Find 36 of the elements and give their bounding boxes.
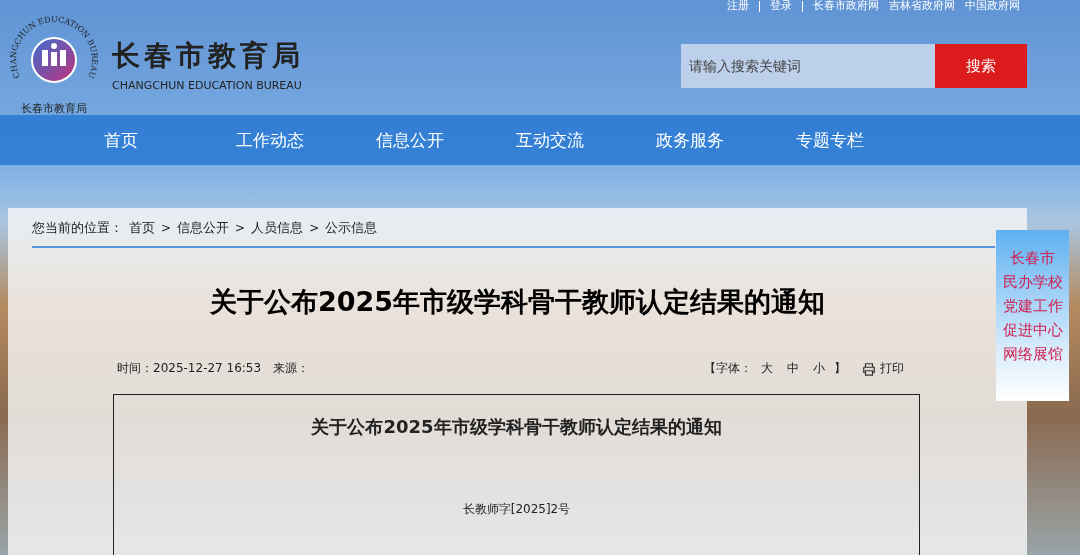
breadcrumb-link[interactable]: 首页 — [129, 219, 155, 237]
nav-item[interactable]: 互动交流 — [512, 128, 588, 152]
top-link[interactable]: 长春市政府网 — [813, 0, 879, 12]
breadcrumb-label: 您当前的位置： — [32, 219, 123, 237]
article-title: 关于公布2025年市级学科骨干教师认定结果的通知 — [208, 285, 827, 319]
breadcrumb-separator: > — [309, 221, 320, 235]
breadcrumb-separator: > — [235, 221, 246, 235]
top-link[interactable]: 登录 — [770, 0, 792, 12]
source-label: 来源： — [273, 360, 310, 377]
site-title: 长春市教育局 — [112, 37, 304, 74]
publish-time: 时间：2025-12-27 16:53 — [117, 360, 262, 377]
nav-item[interactable]: 信息公开 — [372, 128, 448, 152]
nav-item[interactable]: 专题专栏 — [792, 128, 868, 152]
search-field[interactable]: 请输入搜索关键词 — [681, 44, 935, 88]
printer-icon[interactable] — [862, 361, 876, 376]
breadcrumb-link[interactable]: 人员信息 — [251, 219, 304, 237]
nav-item[interactable]: 首页 — [104, 128, 138, 152]
nav-item[interactable]: 政务服务 — [652, 128, 728, 152]
nav-item[interactable]: 工作动态 — [232, 128, 308, 152]
print-link[interactable]: 打印 — [880, 360, 904, 377]
document-number: 长教师字[2025]2号 — [461, 501, 572, 518]
font-size-link[interactable]: 大 — [761, 360, 773, 377]
font-size-link[interactable]: 小 — [813, 360, 825, 377]
breadcrumb-link[interactable]: 公示信息 — [325, 219, 378, 237]
font-size-label: 【字体： — [704, 360, 752, 377]
search-button[interactable]: 搜索 — [935, 44, 1027, 88]
document-title: 关于公布2025年市级学科骨干教师认定结果的通知 — [310, 415, 723, 439]
breadcrumb-separator: > — [161, 221, 172, 235]
top-link[interactable]: 注册 — [727, 0, 749, 12]
site-subtitle: CHANGCHUN EDUCATION BUREAU — [112, 78, 303, 92]
font-size-bracket: 】 — [834, 360, 846, 377]
font-size-link[interactable]: 中 — [787, 360, 799, 377]
side-banner[interactable]: 长春市 民办学校 党建工作 促进中心 网络展馆 — [996, 230, 1069, 401]
top-link[interactable]: 中国政府网 — [965, 0, 1020, 12]
top-link[interactable]: 吉林省政府网 — [889, 0, 955, 12]
breadcrumb-link[interactable]: 信息公开 — [177, 219, 230, 237]
